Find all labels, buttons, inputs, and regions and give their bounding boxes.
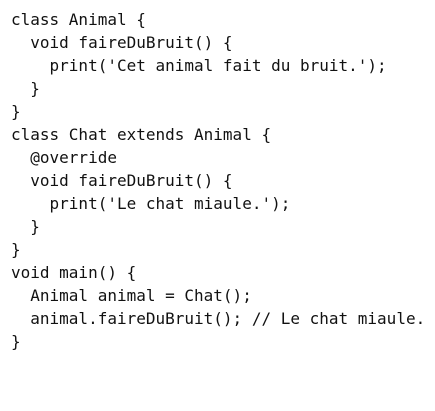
code-line: @override — [11, 148, 117, 167]
code-line: } — [11, 102, 21, 121]
code-line: class Animal { — [11, 10, 146, 29]
code-line: void faireDuBruit() { — [11, 33, 233, 52]
code-line: void faireDuBruit() { — [11, 171, 233, 190]
code-line: } — [11, 240, 21, 259]
code-line: print('Cet animal fait du bruit.'); — [11, 56, 387, 75]
code-line: void main() { — [11, 263, 137, 282]
code-line: } — [11, 79, 40, 98]
code-line: animal.faireDuBruit(); // Le chat miaule… — [11, 309, 426, 328]
code-line: } — [11, 217, 40, 236]
code-line: Animal animal = Chat(); — [11, 286, 252, 305]
code-line: class Chat extends Animal { — [11, 125, 272, 144]
code-line: } — [11, 332, 21, 351]
code-block: class Animal { void faireDuBruit() { pri… — [11, 8, 425, 353]
code-line: print('Le chat miaule.'); — [11, 194, 291, 213]
